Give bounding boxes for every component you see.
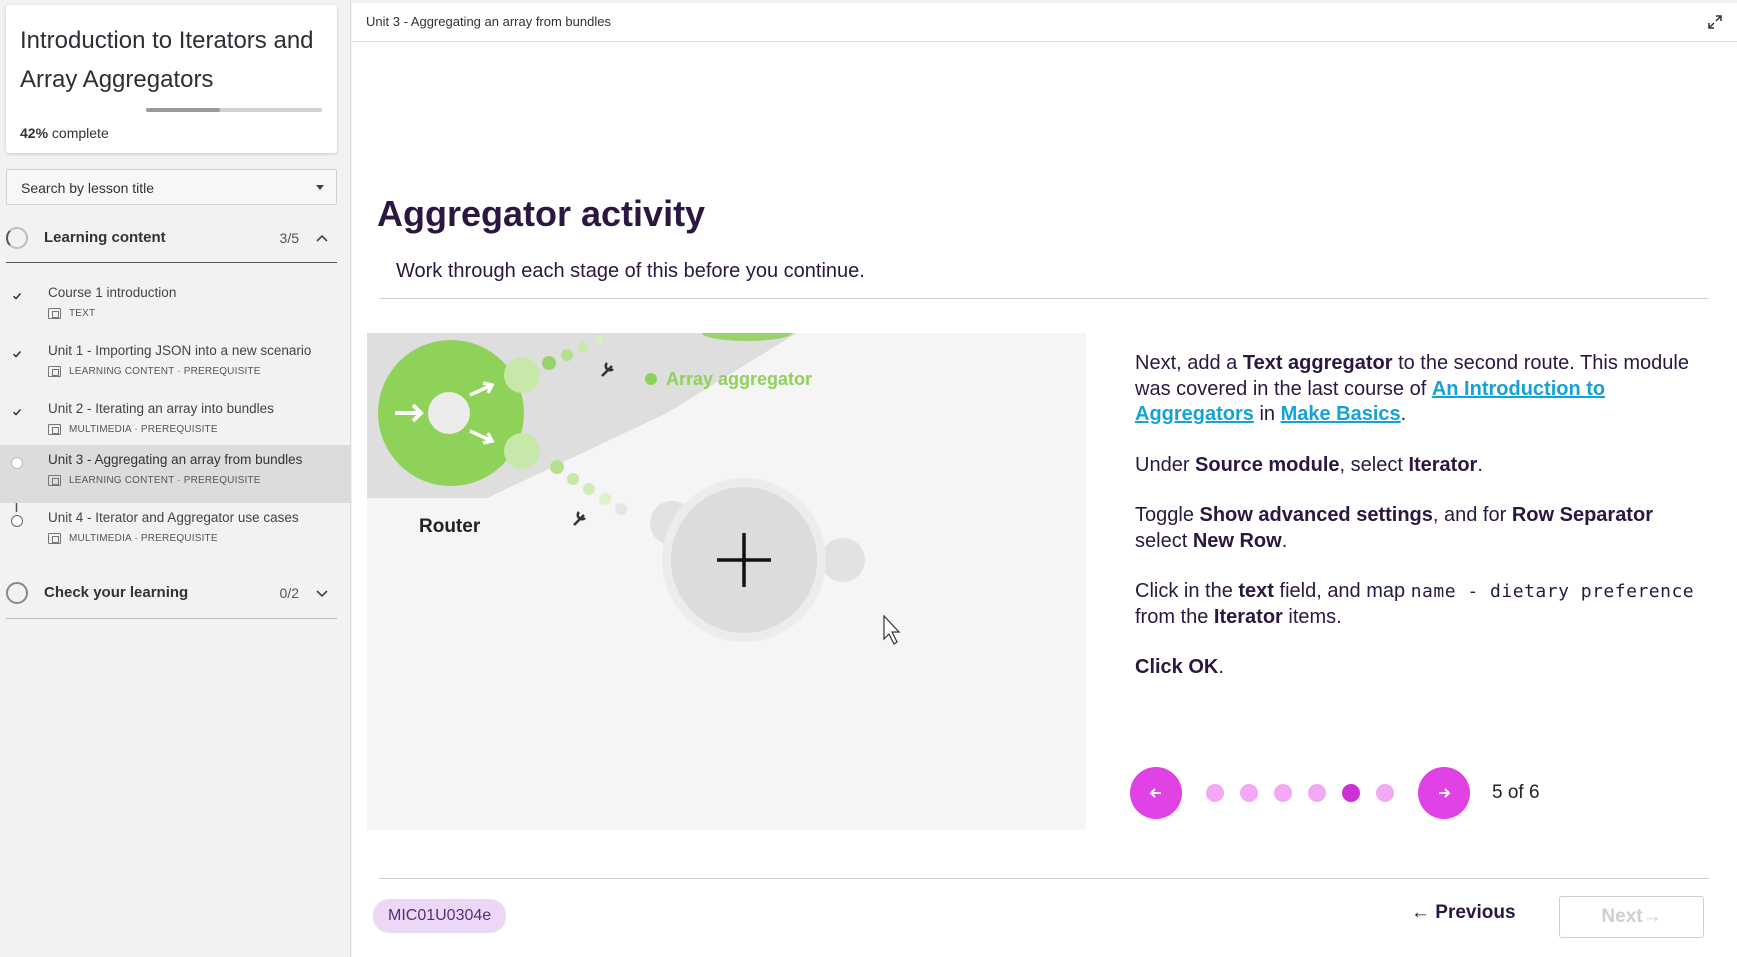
check-icon — [11, 406, 23, 418]
lesson-title: Unit 1 - Importing JSON into a new scena… — [48, 343, 312, 358]
slide-dot[interactable] — [1274, 784, 1292, 802]
slide-next-button[interactable] — [1418, 767, 1470, 819]
current-lesson-dot-icon — [11, 457, 23, 469]
activity-title: Aggregator activity — [377, 193, 706, 234]
aggregator-label: Array aggregator — [666, 369, 812, 389]
section-title: Learning content — [44, 229, 166, 246]
sidebar: Introduction to Iterators and Array Aggr… — [0, 0, 351, 957]
lesson-meta: TEXT — [48, 308, 95, 319]
instruction-paragraph: Under Source module, select Iterator. — [1135, 453, 1483, 476]
slide-navigator: 5 of 6 — [1130, 766, 1540, 820]
lesson-meta-text: LEARNING CONTENT · PREREQUISITE — [69, 366, 261, 377]
section-learning-content[interactable]: Learning content 3/5 — [6, 215, 337, 259]
activity-subtitle: Work through each stage of this before y… — [396, 260, 865, 282]
slide-counter: 5 of 6 — [1492, 782, 1540, 803]
lesson-meta-text: MULTIMEDIA · PREREQUISITE — [69, 424, 218, 435]
incomplete-circle-icon — [11, 515, 23, 527]
image-icon — [48, 366, 61, 377]
divider — [379, 298, 1709, 299]
section-progress-ring-icon — [6, 227, 28, 249]
lesson-title: Unit 4 - Iterator and Aggregator use cas… — [48, 510, 299, 525]
instruction-paragraph: Next, add a Text aggregator to the secon… — [1135, 352, 1689, 425]
lesson-item[interactable]: Unit 2 - Iterating an array into bundles… — [0, 394, 351, 452]
lesson-item[interactable]: Unit 1 - Importing JSON into a new scena… — [0, 336, 351, 394]
slide-prev-button[interactable] — [1130, 767, 1182, 819]
progress-label: complete — [51, 125, 109, 141]
section-divider — [6, 618, 337, 619]
progress-value: 42% — [20, 125, 49, 141]
lesson-meta-text: MULTIMEDIA · PREREQUISITE — [69, 533, 218, 544]
expand-icon[interactable] — [1707, 14, 1723, 30]
lesson-code-badge: MIC01U0304e — [373, 899, 507, 933]
scenario-diagram: Router Array aggregator — [367, 333, 901, 645]
instruction-paragraph: Click in the text field, and map name - … — [1135, 580, 1695, 628]
slide-dot[interactable] — [1240, 784, 1258, 802]
lesson-title: Course 1 introduction — [48, 285, 177, 300]
slide-dot[interactable] — [1308, 784, 1326, 802]
section-check-your-learning[interactable]: Check your learning 0/2 — [6, 570, 337, 614]
section-progress-ring-icon — [6, 582, 28, 604]
lesson-search-label: Search by lesson title — [21, 180, 155, 196]
router-label: Router — [419, 516, 481, 537]
lesson-search-select[interactable]: Search by lesson title — [6, 169, 337, 205]
arrow-left-icon — [1149, 788, 1161, 798]
lesson-content: Unit 3 - Aggregating an array from bundl… — [352, 3, 1737, 957]
arrow-right-icon — [1439, 788, 1451, 798]
progress-fill — [146, 108, 220, 112]
media-illustration: Router Array aggregator — [367, 333, 1086, 830]
lesson-item[interactable]: Course 1 introduction TEXT — [0, 278, 351, 336]
make-basics-link[interactable]: Make Basics — [1281, 403, 1401, 425]
next-button[interactable]: Next → — [1559, 896, 1704, 938]
content-topbar: Unit 3 - Aggregating an array from bundl… — [352, 3, 1737, 42]
lesson-meta: LEARNING CONTENT · PREREQUISITE — [48, 366, 261, 377]
lesson-item-current[interactable]: Unit 3 - Aggregating an array from bundl… — [0, 445, 351, 503]
next-label: Next — [1601, 906, 1643, 927]
slide-dots — [1206, 784, 1394, 802]
lesson-title: Unit 2 - Iterating an array into bundles — [48, 401, 274, 416]
check-icon — [11, 348, 23, 360]
lesson-title: Unit 3 - Aggregating an array from bundl… — [48, 452, 303, 467]
divider — [379, 878, 1709, 879]
caret-down-icon — [316, 185, 324, 190]
previous-button[interactable]: ← Previous — [1411, 902, 1516, 924]
course-card: Introduction to Iterators and Array Aggr… — [6, 5, 337, 153]
previous-label: Previous — [1435, 902, 1516, 923]
course-title: Introduction to Iterators and Array Aggr… — [20, 27, 314, 93]
slide-dot[interactable] — [1206, 784, 1224, 802]
instruction-paragraph: Toggle Show advanced settings, and for R… — [1135, 504, 1653, 552]
section-count: 0/2 — [279, 585, 299, 601]
slide-dot-active[interactable] — [1342, 784, 1360, 802]
text-doc-icon — [48, 308, 61, 319]
arrow-right-icon: → — [1642, 906, 1662, 927]
section-count: 3/5 — [279, 230, 299, 246]
lesson-meta-text: LEARNING CONTENT · PREREQUISITE — [69, 475, 261, 486]
image-icon — [48, 424, 61, 435]
instruction-paragraph: Click OK. — [1135, 656, 1224, 678]
chevron-up-icon[interactable] — [315, 231, 329, 245]
check-icon — [11, 290, 23, 302]
section-divider — [6, 262, 337, 263]
lesson-item[interactable]: Unit 4 - Iterator and Aggregator use cas… — [0, 503, 351, 561]
lesson-meta: MULTIMEDIA · PREREQUISITE — [48, 424, 218, 435]
instruction-text: Next, add a Text aggregator to the secon… — [1135, 351, 1705, 706]
breadcrumb: Unit 3 - Aggregating an array from bundl… — [366, 14, 611, 29]
section-title: Check your learning — [44, 584, 189, 601]
lesson-meta: MULTIMEDIA · PREREQUISITE — [48, 533, 218, 544]
progress-bar — [146, 108, 322, 112]
chevron-down-icon[interactable] — [315, 586, 329, 600]
lesson-meta: LEARNING CONTENT · PREREQUISITE — [48, 475, 261, 486]
lesson-meta-text: TEXT — [69, 308, 96, 319]
arrow-left-icon: ← — [1411, 902, 1436, 923]
image-icon — [48, 475, 61, 486]
slide-dot[interactable] — [1376, 784, 1394, 802]
image-icon — [48, 533, 61, 544]
progress-text: 42% complete — [20, 125, 109, 141]
